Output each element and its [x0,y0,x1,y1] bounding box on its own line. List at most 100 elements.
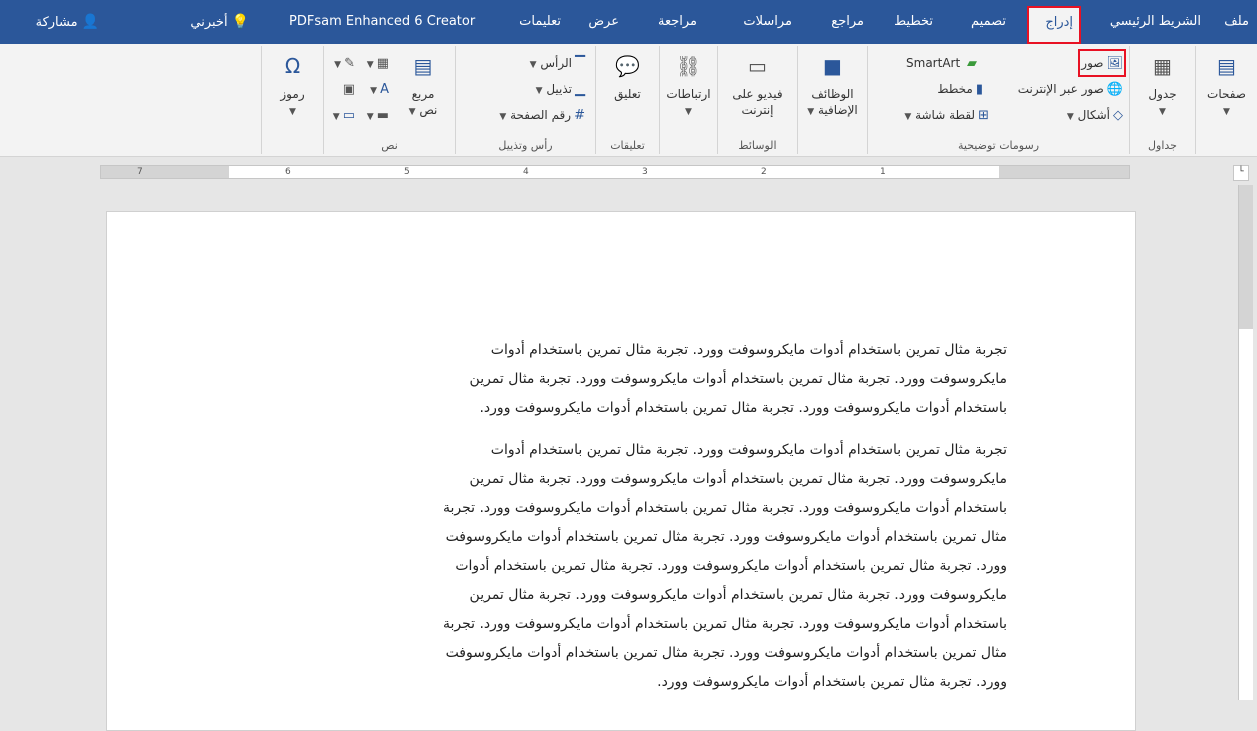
chevron-down-icon: ▼ [332,112,340,122]
pictures-label: صور [1081,56,1104,70]
signature-line-button[interactable]: ✎▼ [334,52,355,74]
chart-button[interactable]: ▮مخطط [937,78,983,100]
ruler-number: 3 [642,167,648,177]
addins-button[interactable]: ■ الوظائف الإضافية ▼ [798,50,867,120]
group-header-footer: ▔الرأس ▼ ▁تذييل ▼ #رقم الصفحة ▼ رأس وتذي… [455,46,595,154]
text-line: تجربة مثال تمرين باستخدام أدوات مايكروسو… [490,342,1007,358]
group-comments: 💬 تعليق تعليقات [595,46,659,154]
ribbon: ▤ صفحات ▼ ▦ جدول ▼ جداول 🖼صور 🌐صور عبر ا… [0,44,1257,157]
smartart-icon: ▰ [967,56,977,71]
tab-help[interactable]: تعليمات [507,0,569,44]
text-line: مايكروسوفت وورد. تجربة مثال تمرين باستخد… [469,371,1007,387]
paragraph-2[interactable]: تجربة مثال تمرين باستخدام أدوات مايكروسو… [443,436,1007,697]
chevron-down-icon: ▼ [1066,112,1074,122]
table-button[interactable]: ▦ جدول ▼ [1130,50,1195,120]
text-line: وورد. تجربة مثال تمرين باستخدام أدوات ما… [657,674,1007,690]
document-page[interactable]: تجربة مثال تمرين باستخدام أدوات مايكروسو… [106,211,1136,731]
tab-pdfsam[interactable]: PDFsam Enhanced 6 Creator [281,0,493,44]
online-video-button[interactable]: ▭ فيديو على إنترنت [718,50,797,118]
footer-label: تذييل [546,82,572,96]
chart-label: مخطط [937,82,973,96]
footer-icon: ▁ [575,82,585,97]
text-line: مثال تمرين باستخدام أدوات مايكروسوفت وور… [445,529,1007,545]
chevron-down-icon: ▼ [334,60,342,70]
online-picture-icon: 🌐 [1106,82,1123,97]
chevron-down-icon: ▼ [370,86,378,96]
vertical-ruler[interactable] [1238,185,1253,700]
vertical-ruler-top-margin [1239,185,1253,329]
symbols-button[interactable]: Ω رموز ▼ [262,50,323,120]
wordart-button[interactable]: A▼ [370,78,389,100]
links-button[interactable]: ⛓ ارتباطات ▼ [660,50,717,120]
shapes-label: أشكال [1077,108,1110,122]
group-label-tables: جداول [1148,139,1177,152]
tab-design[interactable]: تصميم [954,0,1014,44]
shapes-button[interactable]: ◇أشكال ▼ [1067,104,1123,126]
page-number-button[interactable]: #رقم الصفحة ▼ [499,104,585,126]
ruler-left-margin [101,166,229,178]
horizontal-ruler[interactable]: 7 6 5 4 3 2 1 [100,165,1130,179]
tab-layout[interactable]: تخطيط [885,0,941,44]
header-icon: ▔ [575,56,585,71]
footer-button[interactable]: ▁تذييل ▼ [536,78,585,100]
chevron-down-icon: ▼ [499,112,507,122]
ruler-number: 5 [404,167,410,177]
shapes-icon: ◇ [1113,108,1123,123]
document-workspace: تجربة مثال تمرين باستخدام أدوات مايكروسو… [8,185,1234,731]
group-label-comments: تعليقات [610,139,645,152]
quick-parts-button[interactable]: ▦▼ [367,52,389,74]
tab-insert[interactable]: إدراج [1027,6,1081,44]
text-line: وورد. تجربة مثال تمرين باستخدام أدوات ما… [455,558,1007,574]
tab-selector[interactable]: └ [1233,165,1249,181]
share-button[interactable]: 👤مشاركة [7,0,107,44]
header-button[interactable]: ▔الرأس ▼ [530,52,585,74]
group-addins: ■ الوظائف الإضافية ▼ [797,46,867,154]
textbox-button[interactable]: ▤ مربع نص ▼ [397,50,449,120]
comment-icon: 💬 [615,54,640,78]
quick-parts-icon: ▦ [376,56,389,71]
screenshot-button[interactable]: ⊞لقطة شاشة ▼ [904,104,989,126]
smartart-button[interactable]: SmartArt ▰ [906,52,977,74]
tab-review[interactable]: مراجعة [643,0,705,44]
drop-cap-icon: ▬ [376,108,389,123]
page-icon: ▤ [1217,54,1236,78]
text-line: مثال تمرين باستخدام أدوات مايكروسوفت وور… [445,645,1007,661]
paragraph-1[interactable]: تجربة مثال تمرين باستخدام أدوات مايكروسو… [470,336,1007,423]
omega-icon: Ω [284,54,301,78]
pages-label: صفحات [1207,87,1246,101]
group-pages: ▤ صفحات ▼ [1195,46,1257,154]
chevron-down-icon: ▼ [289,107,296,117]
chevron-down-icon: ▼ [366,112,374,122]
table-icon: ▦ [1153,54,1172,78]
comment-button[interactable]: 💬 تعليق [596,50,659,102]
chevron-down-icon: ▼ [1223,107,1230,117]
comment-label: تعليق [614,87,641,101]
drop-cap-button[interactable]: ▬▼ [367,104,389,126]
date-time-icon: ▣ [342,82,355,97]
ruler-number: 7 [137,167,143,177]
addins-label-line1: الوظائف [811,87,854,101]
tell-me-box[interactable]: 💡أخبرني [161,0,257,44]
lightbulb-icon: 💡 [231,14,249,30]
tab-references[interactable]: مراجع [816,0,872,44]
object-icon: ▭ [342,108,355,123]
signature-icon: ✎ [344,56,355,71]
chevron-down-icon: ▼ [904,112,912,122]
ruler-number: 4 [523,167,529,177]
share-label: مشاركة [35,15,78,30]
tab-view[interactable]: عرض [583,0,627,44]
chart-icon: ▮ [975,82,983,97]
object-button[interactable]: ▭▼ [333,104,355,126]
date-time-button[interactable]: ▣ [340,78,355,100]
text-line: باستخدام أدوات مايكروسوفت وورد. تجربة مث… [479,400,1007,416]
tab-home[interactable]: الشريط الرئيسي [1101,0,1209,44]
pictures-button[interactable]: 🖼صور [1078,49,1126,77]
add-person-icon: 👤 [81,14,99,30]
chevron-down-icon: ▼ [1159,107,1166,117]
online-pictures-button[interactable]: 🌐صور عبر الإنترنت [1018,78,1123,100]
pages-button[interactable]: ▤ صفحات ▼ [1196,50,1257,120]
group-text: ▤ مربع نص ▼ ▦▼ A▼ ▬▼ ✎▼ ▣ ▭▼ نص [323,46,455,154]
tab-file[interactable]: ملف [1213,0,1257,44]
tab-mailings[interactable]: مراسلات [720,0,800,44]
link-icon: ⛓ [675,54,702,78]
